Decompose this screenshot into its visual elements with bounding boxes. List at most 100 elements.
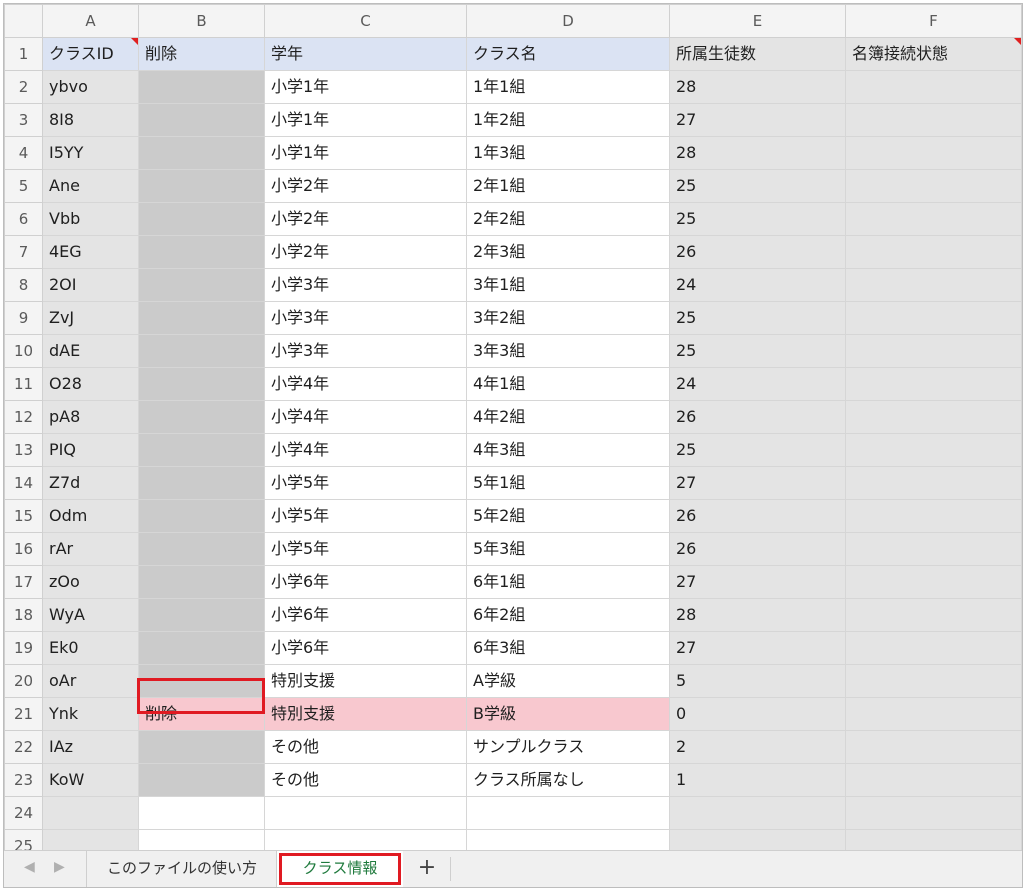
header-cell-a[interactable]: クラスID: [42, 37, 139, 71]
cell-delete[interactable]: [138, 664, 265, 698]
row-header[interactable]: 13: [4, 433, 43, 467]
cell-roster-status[interactable]: [845, 235, 1022, 269]
cell-roster-status[interactable]: [845, 466, 1022, 500]
cell-student-count[interactable]: 26: [669, 499, 846, 533]
row-header[interactable]: 23: [4, 763, 43, 797]
row-header[interactable]: 20: [4, 664, 43, 698]
cell-delete[interactable]: [138, 631, 265, 665]
header-cell-c[interactable]: 学年: [264, 37, 467, 71]
cell-class-name[interactable]: 3年1組: [466, 268, 670, 302]
cell-student-count[interactable]: 24: [669, 367, 846, 401]
header-cell-b[interactable]: 削除: [138, 37, 265, 71]
cell-delete[interactable]: [138, 268, 265, 302]
cell-class-name[interactable]: 5年2組: [466, 499, 670, 533]
cell-roster-status[interactable]: [845, 631, 1022, 665]
row-header[interactable]: 14: [4, 466, 43, 500]
cell-grade[interactable]: その他: [264, 730, 467, 764]
cell-class-id[interactable]: [42, 796, 139, 830]
column-header-b[interactable]: B: [138, 4, 265, 38]
cell-class-name[interactable]: 3年3組: [466, 334, 670, 368]
cell-class-id[interactable]: 2OI: [42, 268, 139, 302]
header-cell-d[interactable]: クラス名: [466, 37, 670, 71]
cell-roster-status[interactable]: [845, 70, 1022, 104]
cell-class-id[interactable]: dAE: [42, 334, 139, 368]
header-cell-e[interactable]: 所属生徒数: [669, 37, 846, 71]
cell-grade[interactable]: 小学1年: [264, 103, 467, 137]
row-header[interactable]: 12: [4, 400, 43, 434]
cell-class-id[interactable]: IAz: [42, 730, 139, 764]
cell-student-count[interactable]: 2: [669, 730, 846, 764]
cell-class-id[interactable]: rAr: [42, 532, 139, 566]
select-all-corner[interactable]: [4, 4, 43, 38]
cell-student-count[interactable]: 28: [669, 70, 846, 104]
cell-roster-status[interactable]: [845, 136, 1022, 170]
cell-student-count[interactable]: 27: [669, 565, 846, 599]
column-header-e[interactable]: E: [669, 4, 846, 38]
cell-roster-status[interactable]: [845, 532, 1022, 566]
cell-class-name[interactable]: 6年3組: [466, 631, 670, 665]
row-header[interactable]: 16: [4, 532, 43, 566]
cell-roster-status[interactable]: [845, 334, 1022, 368]
cell-delete[interactable]: [138, 202, 265, 236]
cell-class-name[interactable]: サンプルクラス: [466, 730, 670, 764]
cell-grade[interactable]: [264, 796, 467, 830]
cell-grade[interactable]: その他: [264, 763, 467, 797]
cell-class-id[interactable]: zOo: [42, 565, 139, 599]
row-header[interactable]: 9: [4, 301, 43, 335]
cell-student-count[interactable]: 25: [669, 334, 846, 368]
column-header-d[interactable]: D: [466, 4, 670, 38]
cell-grade[interactable]: 小学5年: [264, 466, 467, 500]
cell-grade[interactable]: 小学6年: [264, 598, 467, 632]
row-header[interactable]: 21: [4, 697, 43, 731]
header-cell-f[interactable]: 名簿接続状態: [845, 37, 1022, 71]
cell-delete[interactable]: 削除: [138, 697, 265, 731]
cell-student-count[interactable]: 25: [669, 301, 846, 335]
cell-class-id[interactable]: O28: [42, 367, 139, 401]
tab-usage[interactable]: このファイルの使い方: [86, 851, 277, 887]
cell-delete[interactable]: [138, 433, 265, 467]
cell-grade[interactable]: 特別支援: [264, 697, 467, 731]
cell-class-id[interactable]: ZvJ: [42, 301, 139, 335]
cell-grade[interactable]: 小学5年: [264, 532, 467, 566]
cell-student-count[interactable]: 27: [669, 103, 846, 137]
cell-delete[interactable]: [138, 565, 265, 599]
cell-class-id[interactable]: Ynk: [42, 697, 139, 731]
cell-grade[interactable]: 小学1年: [264, 136, 467, 170]
cell-student-count[interactable]: 27: [669, 631, 846, 665]
cell-roster-status[interactable]: [845, 565, 1022, 599]
cell-delete[interactable]: [138, 235, 265, 269]
row-header[interactable]: 5: [4, 169, 43, 203]
cell-class-id[interactable]: oAr: [42, 664, 139, 698]
cell-grade[interactable]: 小学5年: [264, 499, 467, 533]
row-header[interactable]: 19: [4, 631, 43, 665]
cell-delete[interactable]: [138, 796, 265, 830]
cell-class-id[interactable]: 4EG: [42, 235, 139, 269]
cell-student-count[interactable]: 25: [669, 202, 846, 236]
cell-student-count[interactable]: 28: [669, 598, 846, 632]
cell-delete[interactable]: [138, 532, 265, 566]
column-header-a[interactable]: A: [42, 4, 139, 38]
cell-student-count[interactable]: 5: [669, 664, 846, 698]
cell-delete[interactable]: [138, 730, 265, 764]
cell-delete[interactable]: [138, 763, 265, 797]
cell-class-id[interactable]: ybvo: [42, 70, 139, 104]
cell-class-name[interactable]: 4年3組: [466, 433, 670, 467]
column-header-f[interactable]: F: [845, 4, 1022, 38]
cell-class-id[interactable]: Ane: [42, 169, 139, 203]
row-header[interactable]: 2: [4, 70, 43, 104]
cell-delete[interactable]: [138, 301, 265, 335]
cell-class-id[interactable]: Z7d: [42, 466, 139, 500]
cell-grade[interactable]: 小学4年: [264, 433, 467, 467]
cell-student-count[interactable]: 0: [669, 697, 846, 731]
cell-class-id[interactable]: WyA: [42, 598, 139, 632]
cell-student-count[interactable]: 26: [669, 235, 846, 269]
row-header[interactable]: 3: [4, 103, 43, 137]
cell-delete[interactable]: [138, 367, 265, 401]
cell-class-id[interactable]: Odm: [42, 499, 139, 533]
cell-class-id[interactable]: PIQ: [42, 433, 139, 467]
cell-class-id[interactable]: pA8: [42, 400, 139, 434]
prev-sheet-icon[interactable]: ◀: [24, 859, 35, 875]
cell-student-count[interactable]: 1: [669, 763, 846, 797]
cell-roster-status[interactable]: [845, 763, 1022, 797]
cell-grade[interactable]: 小学2年: [264, 202, 467, 236]
